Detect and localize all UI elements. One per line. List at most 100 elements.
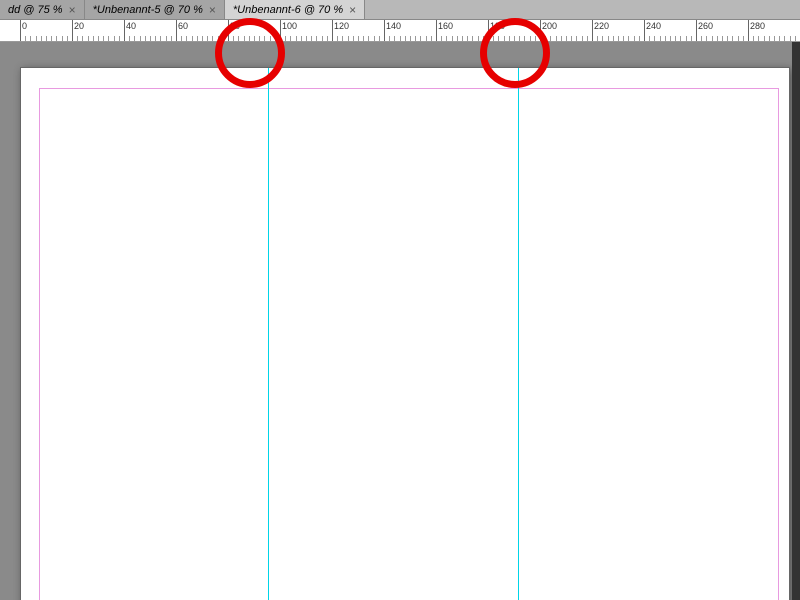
ruler-minor-tick	[784, 36, 785, 41]
ruler-minor-tick	[628, 36, 629, 41]
ruler-tick: 160	[436, 20, 437, 41]
close-icon[interactable]: ×	[209, 3, 216, 17]
ruler-minor-tick	[717, 36, 718, 41]
ruler-minor-tick	[467, 36, 468, 41]
ruler-minor-tick	[218, 36, 219, 41]
ruler-minor-tick	[368, 36, 369, 41]
ruler-minor-tick	[649, 36, 650, 41]
ruler-minor-tick	[400, 36, 401, 41]
ruler-minor-tick	[701, 36, 702, 41]
tab-label: *Unbenannt-6 @ 70 %	[233, 4, 343, 16]
tab-label: dd @ 75 %	[8, 4, 63, 16]
ruler-minor-tick	[639, 36, 640, 41]
ruler-minor-tick	[202, 36, 203, 41]
ruler-minor-tick	[665, 36, 666, 41]
tab-dd[interactable]: dd @ 75 % ×	[0, 0, 85, 19]
ruler-minor-tick	[415, 36, 416, 41]
ruler-minor-tick	[493, 36, 494, 41]
ruler-minor-tick	[129, 36, 130, 41]
ruler-minor-tick	[566, 36, 567, 41]
ruler-minor-tick	[322, 36, 323, 41]
vertical-guide-1[interactable]	[268, 68, 269, 600]
scrollbar-vertical[interactable]	[792, 42, 800, 600]
ruler-minor-tick	[514, 36, 515, 41]
ruler-minor-tick	[738, 36, 739, 41]
ruler-minor-tick	[244, 36, 245, 41]
ruler-minor-tick	[530, 36, 531, 41]
ruler-minor-tick	[660, 36, 661, 41]
horizontal-ruler-container: 020406080100120140160180200220240260280	[0, 20, 800, 42]
ruler-minor-tick	[51, 36, 52, 41]
ruler-minor-tick	[410, 36, 411, 41]
ruler-minor-tick	[342, 36, 343, 41]
ruler-minor-tick	[171, 36, 172, 41]
ruler-minor-tick	[504, 36, 505, 41]
ruler-tick: 280	[748, 20, 749, 41]
ruler-label: 20	[73, 21, 84, 31]
ruler-minor-tick	[478, 36, 479, 41]
ruler-tick: 100	[280, 20, 281, 41]
ruler-minor-tick	[353, 36, 354, 41]
ruler-minor-tick	[254, 36, 255, 41]
ruler-minor-tick	[36, 36, 37, 41]
canvas-area[interactable]	[0, 42, 800, 600]
horizontal-ruler[interactable]: 020406080100120140160180200220240260280	[0, 20, 800, 41]
ruler-minor-tick	[670, 36, 671, 41]
ruler-minor-tick	[691, 36, 692, 41]
ruler-minor-tick	[602, 36, 603, 41]
ruler-minor-tick	[108, 36, 109, 41]
ruler-minor-tick	[77, 36, 78, 41]
ruler-minor-tick	[576, 36, 577, 41]
ruler-minor-tick	[753, 36, 754, 41]
ruler-minor-tick	[686, 36, 687, 41]
tab-unbenannt-5[interactable]: *Unbenannt-5 @ 70 % ×	[85, 0, 225, 19]
ruler-minor-tick	[426, 36, 427, 41]
ruler-label: 260	[697, 21, 713, 31]
ruler-minor-tick	[654, 36, 655, 41]
ruler-minor-tick	[743, 36, 744, 41]
ruler-minor-tick	[41, 36, 42, 41]
ruler-minor-tick	[582, 36, 583, 41]
ruler-minor-tick	[150, 36, 151, 41]
ruler-minor-tick	[769, 36, 770, 41]
ruler-minor-tick	[519, 36, 520, 41]
ruler-minor-tick	[98, 36, 99, 41]
ruler-label: 60	[177, 21, 188, 31]
tab-unbenannt-6[interactable]: *Unbenannt-6 @ 70 % ×	[225, 0, 365, 19]
ruler-minor-tick	[306, 36, 307, 41]
ruler-label: 220	[593, 21, 609, 31]
ruler-minor-tick	[722, 36, 723, 41]
ruler-label: 240	[645, 21, 661, 31]
ruler-minor-tick	[62, 36, 63, 41]
ruler-minor-tick	[779, 36, 780, 41]
ruler-minor-tick	[238, 36, 239, 41]
ruler-label: 80	[229, 21, 240, 31]
ruler-minor-tick	[103, 36, 104, 41]
ruler-label: 100	[281, 21, 297, 31]
ruler-minor-tick	[207, 36, 208, 41]
ruler-label: 180	[489, 21, 505, 31]
ruler-minor-tick	[561, 36, 562, 41]
ruler-minor-tick	[197, 36, 198, 41]
ruler-minor-tick	[145, 36, 146, 41]
ruler-minor-tick	[462, 36, 463, 41]
ruler-minor-tick	[46, 36, 47, 41]
ruler-minor-tick	[337, 36, 338, 41]
document-page	[20, 67, 790, 600]
ruler-minor-tick	[67, 36, 68, 41]
ruler-minor-tick	[394, 36, 395, 41]
ruler-minor-tick	[550, 36, 551, 41]
ruler-tick: 140	[384, 20, 385, 41]
ruler-minor-tick	[270, 36, 271, 41]
ruler-minor-tick	[160, 36, 161, 41]
vertical-guide-2[interactable]	[518, 68, 519, 600]
close-icon[interactable]: ×	[69, 3, 76, 17]
ruler-minor-tick	[795, 36, 796, 41]
ruler-tick: 120	[332, 20, 333, 41]
ruler-label: 120	[333, 21, 349, 31]
ruler-minor-tick	[405, 36, 406, 41]
close-icon[interactable]: ×	[349, 3, 356, 17]
ruler-minor-tick	[181, 36, 182, 41]
ruler-minor-tick	[712, 36, 713, 41]
ruler-label: 40	[125, 21, 136, 31]
